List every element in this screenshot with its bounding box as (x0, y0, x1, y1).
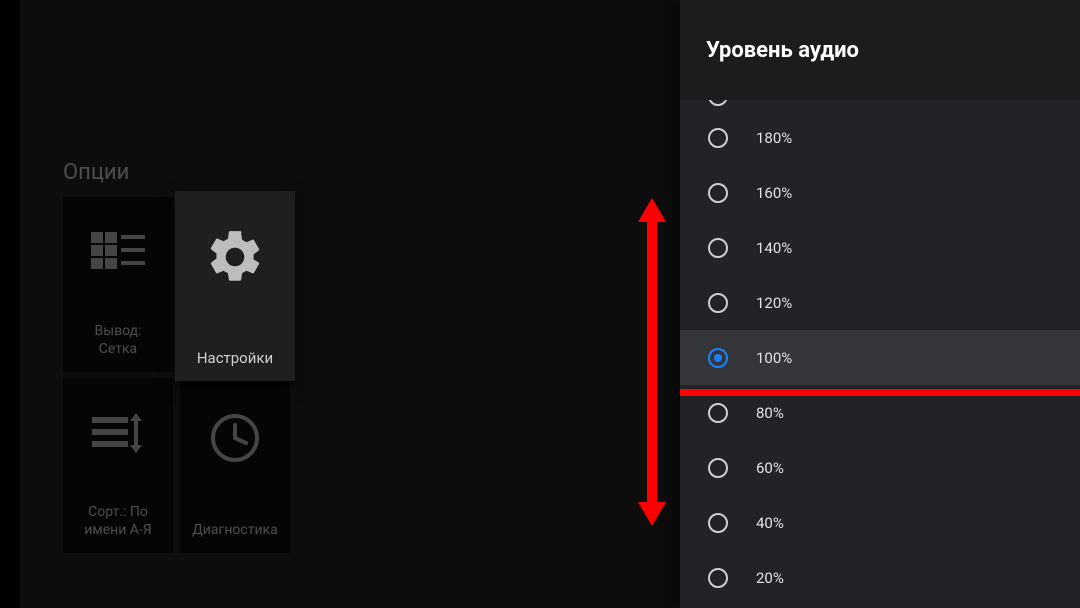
audio-option-label: 60% (756, 459, 784, 477)
audio-option-label: 80% (756, 404, 784, 422)
audio-option-label: 100% (756, 349, 792, 367)
radio-selected-icon (708, 348, 728, 368)
audio-option-clipped[interactable] (680, 100, 1080, 110)
tile-settings-label: Настройки (175, 349, 295, 367)
audio-option-40[interactable]: 40% (680, 495, 1080, 550)
tile-output-grid[interactable]: Вывод:Сетка (63, 197, 173, 372)
audio-option-120[interactable]: 120% (680, 275, 1080, 330)
audio-option-160[interactable]: 160% (680, 165, 1080, 220)
audio-option-180[interactable]: 180% (680, 110, 1080, 165)
audio-option-label: 180% (756, 129, 792, 147)
grid-icon (63, 232, 173, 272)
audio-option-label: 40% (756, 514, 784, 532)
radio-icon (708, 100, 728, 106)
audio-option-140[interactable]: 140% (680, 220, 1080, 275)
radio-icon (708, 238, 728, 258)
tile-sort[interactable]: Сорт.: Поимени А-Я (63, 378, 173, 553)
radio-icon (708, 293, 728, 313)
radio-icon (708, 458, 728, 478)
audio-option-20[interactable]: 20% (680, 550, 1080, 605)
panel-title: Уровень аудио (680, 0, 1080, 100)
audio-level-list[interactable]: 180% 160% 140% 120% 100% 80% (680, 100, 1080, 608)
options-title: Опции (63, 160, 129, 185)
audio-option-label: 140% (756, 239, 792, 257)
audio-level-panel: Уровень аудио 180% 160% 140% 120% (680, 0, 1080, 608)
gear-icon (175, 226, 295, 288)
tile-sort-label: Сорт.: Поимени А-Я (63, 503, 173, 539)
tile-output-grid-label: Вывод:Сетка (63, 322, 173, 358)
radio-icon (708, 403, 728, 423)
left-edge-bar (0, 0, 20, 608)
radio-icon (708, 183, 728, 203)
clock-icon (180, 413, 290, 463)
radio-icon (708, 128, 728, 148)
options-background: Опции Вывод:Сетка (0, 0, 680, 608)
tile-settings[interactable]: Настройки (175, 191, 295, 381)
audio-option-label: 120% (756, 294, 792, 312)
audio-option-label: 160% (756, 184, 792, 202)
audio-option-100[interactable]: 100% (680, 330, 1080, 385)
audio-option-label: 20% (756, 569, 784, 587)
audio-option-80[interactable]: 80% (680, 385, 1080, 440)
radio-icon (708, 568, 728, 588)
tile-diagnostics[interactable]: Диагностика (180, 378, 290, 553)
radio-icon (708, 513, 728, 533)
sort-icon (63, 413, 173, 453)
audio-option-60[interactable]: 60% (680, 440, 1080, 495)
tile-diagnostics-label: Диагностика (180, 521, 290, 539)
